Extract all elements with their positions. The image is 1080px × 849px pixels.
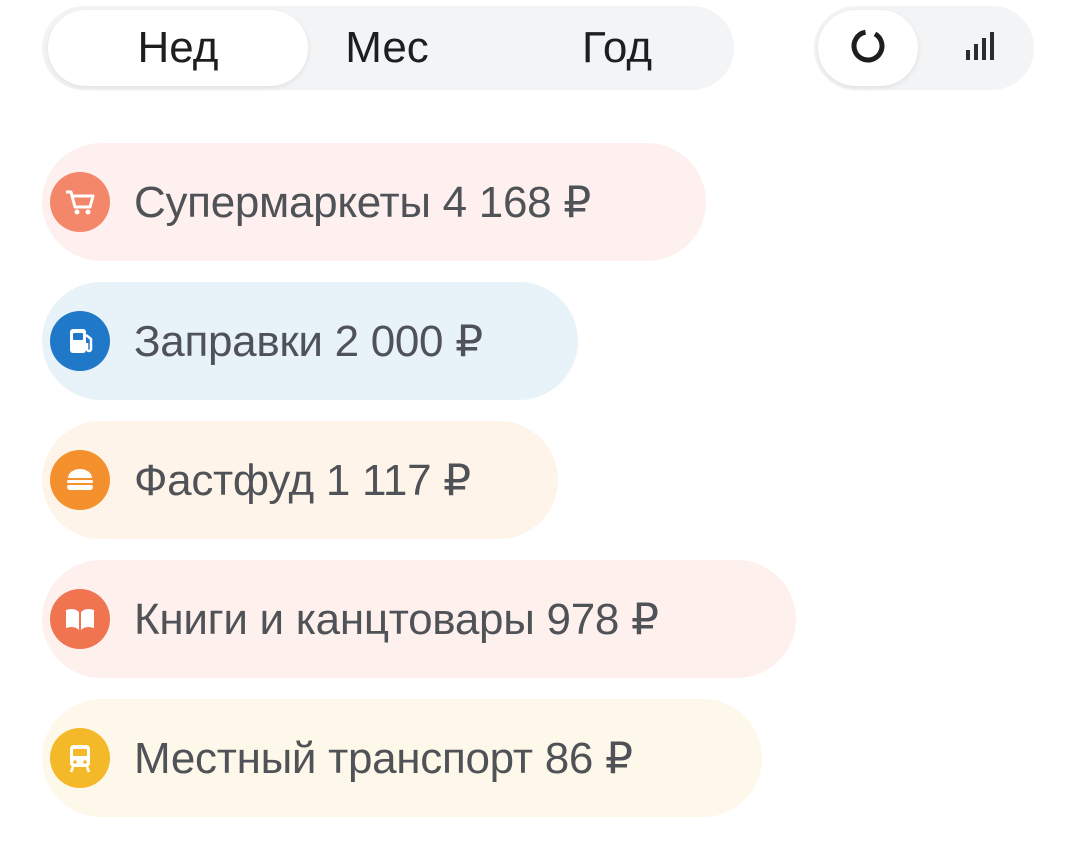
- category-name: Заправки: [134, 316, 323, 366]
- book-icon: [50, 589, 110, 649]
- period-selector: Мес Год Нед: [42, 6, 734, 90]
- fuel-icon: [50, 311, 110, 371]
- category-amount: 2 000 ₽: [334, 316, 484, 366]
- chart-view-toggle: [814, 6, 1034, 90]
- category-label: Книги и канцтовары 978 ₽: [134, 594, 659, 645]
- category-label: Местный транспорт 86 ₽: [134, 733, 633, 784]
- bars-view-button[interactable]: [930, 10, 1030, 86]
- category-label: Заправки 2 000 ₽: [134, 316, 483, 367]
- category-name: Книги и канцтовары: [134, 594, 535, 644]
- donut-chart-icon: [849, 27, 887, 70]
- category-chip-transport[interactable]: Местный транспорт 86 ₽: [42, 699, 762, 817]
- tab-week[interactable]: Нед: [48, 10, 308, 86]
- category-name: Фастфуд: [134, 455, 314, 505]
- burger-icon: [50, 450, 110, 510]
- category-name: Местный транспорт: [134, 733, 533, 783]
- category-chip-books[interactable]: Книги и канцтовары 978 ₽: [42, 560, 796, 678]
- category-amount: 4 168 ₽: [442, 177, 592, 227]
- category-amount: 1 117 ₽: [325, 455, 471, 505]
- category-label: Супермаркеты 4 168 ₽: [134, 177, 591, 228]
- category-chip-fastfood[interactable]: Фастфуд 1 117 ₽: [42, 421, 558, 539]
- tab-year[interactable]: Год: [512, 6, 722, 90]
- tab-month[interactable]: Мес: [282, 6, 492, 90]
- category-amount: 86 ₽: [544, 733, 633, 783]
- category-name: Супермаркеты: [134, 177, 431, 227]
- category-label: Фастфуд 1 117 ₽: [134, 455, 471, 506]
- cart-icon: [50, 172, 110, 232]
- category-amount: 978 ₽: [546, 594, 659, 644]
- bar-chart-icon: [960, 30, 1000, 67]
- category-chip-fuel[interactable]: Заправки 2 000 ₽: [42, 282, 578, 400]
- category-chip-supermarkets[interactable]: Супермаркеты 4 168 ₽: [42, 143, 706, 261]
- donut-view-button[interactable]: [818, 10, 918, 86]
- bus-icon: [50, 728, 110, 788]
